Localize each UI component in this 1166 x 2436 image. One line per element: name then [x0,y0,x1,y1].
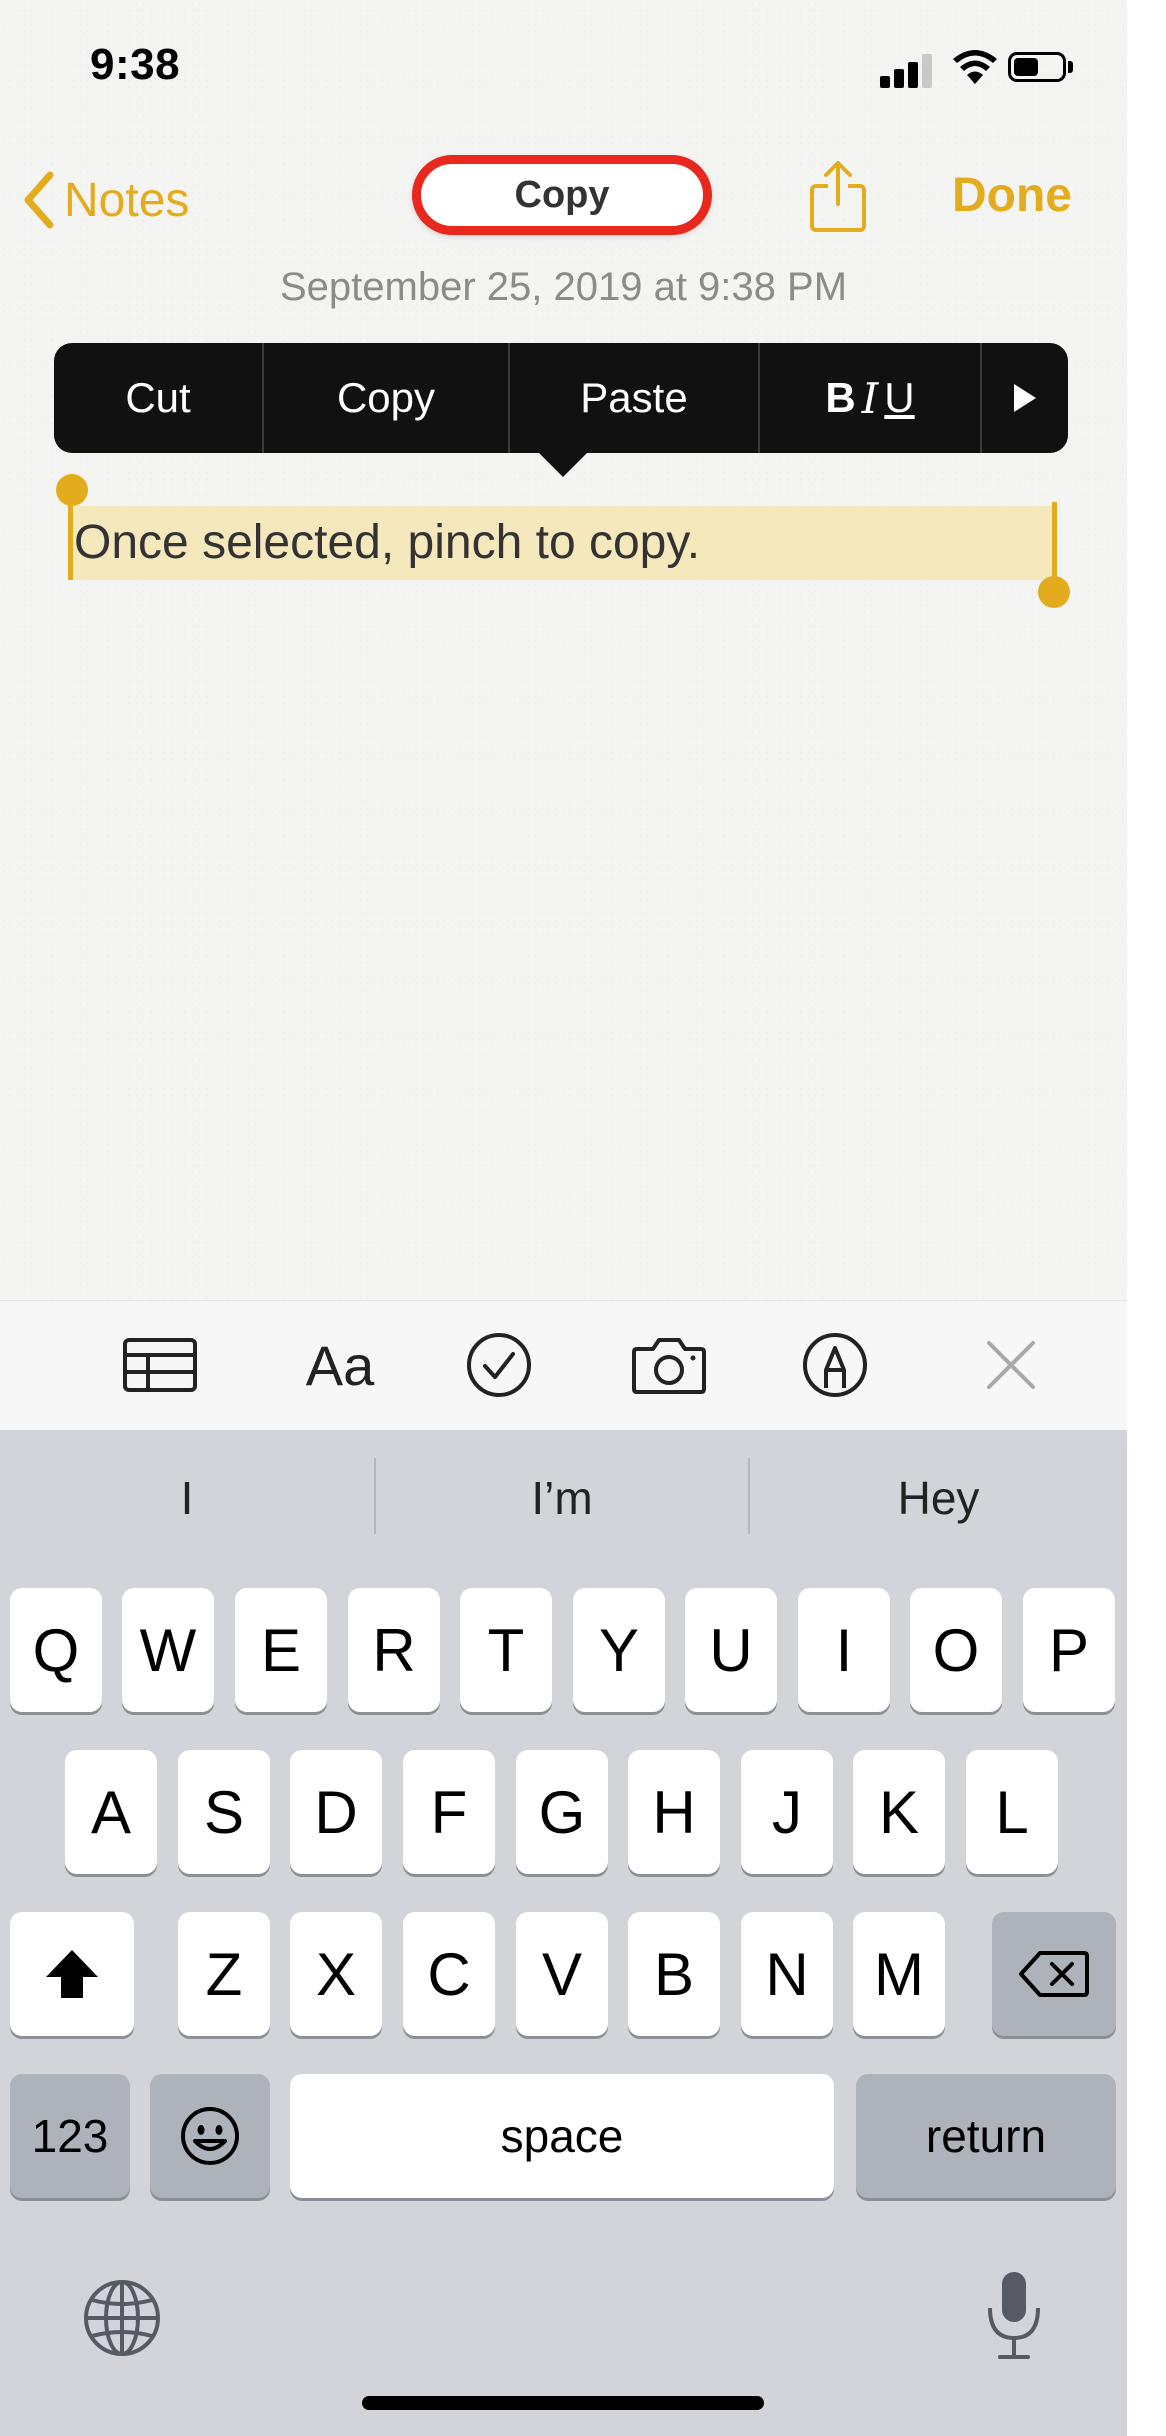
key-b[interactable]: B [628,1912,720,2036]
delete-icon [1019,1951,1089,1997]
key-m[interactable]: M [853,1912,945,2036]
key-p[interactable]: P [1023,1588,1115,1712]
italic-label: I [861,373,879,423]
battery-icon [1008,52,1066,82]
key-r[interactable]: R [348,1588,440,1712]
cellular-signal-icon [880,52,936,88]
screen-edge [1127,0,1166,2436]
underline-label: U [884,374,915,421]
globe-icon[interactable] [82,2278,162,2358]
numbers-key[interactable]: 123 [10,2074,130,2198]
menu-format-biu[interactable]: BIU [760,343,982,453]
microphone-icon[interactable] [982,2268,1046,2364]
table-icon [123,1338,197,1392]
copy-hud-pill[interactable]: Copy [412,155,712,235]
key-g[interactable]: G [516,1750,608,1874]
bold-label: B [825,374,856,421]
format-button[interactable]: Aa [290,1330,390,1400]
key-w[interactable]: W [122,1588,214,1712]
menu-cut[interactable]: Cut [54,343,264,453]
close-icon [987,1341,1035,1389]
checklist-button[interactable] [464,1330,534,1400]
selection-end-bar [1052,502,1057,582]
back-chevron-icon [24,171,54,229]
menu-copy[interactable]: Copy [264,343,510,453]
done-button[interactable]: Done [952,168,1072,223]
close-toolbar-button[interactable] [980,1330,1042,1400]
selected-text[interactable]: Once selected, pinch to copy. [70,506,1056,580]
key-o[interactable]: O [910,1588,1002,1712]
key-j[interactable]: J [741,1750,833,1874]
selection-start-handle[interactable] [56,474,88,506]
key-d[interactable]: D [290,1750,382,1874]
key-i[interactable]: I [798,1588,890,1712]
key-u[interactable]: U [685,1588,777,1712]
menu-more-button[interactable] [982,343,1068,453]
back-button-label: Notes [64,173,190,227]
key-x[interactable]: X [290,1912,382,2036]
key-l[interactable]: L [966,1750,1058,1874]
markup-button[interactable] [800,1330,870,1400]
home-indicator[interactable] [362,2396,764,2410]
camera-button[interactable] [628,1330,710,1400]
return-key[interactable]: return [856,2074,1116,2198]
key-v[interactable]: V [516,1912,608,2036]
camera-icon [632,1338,706,1394]
key-h[interactable]: H [628,1750,720,1874]
status-time: 9:38 [90,40,181,89]
emoji-icon [181,2107,239,2165]
key-z[interactable]: Z [178,1912,270,2036]
share-icon[interactable] [806,158,870,234]
key-f[interactable]: F [403,1750,495,1874]
note-date: September 25, 2019 at 9:38 PM [279,265,848,309]
table-button[interactable] [120,1330,200,1400]
back-button[interactable]: Notes [22,160,189,240]
key-q[interactable]: Q [10,1588,102,1712]
selection-start-bar [68,500,73,580]
key-c[interactable]: C [403,1912,495,2036]
space-key[interactable]: space [290,2074,834,2198]
play-icon [1014,384,1036,412]
menu-paste[interactable]: Paste [510,343,760,453]
key-e[interactable]: E [235,1588,327,1712]
markup-icon [803,1333,867,1397]
suggestion-1[interactable]: I [0,1452,374,1544]
key-n[interactable]: N [741,1912,833,2036]
menu-pointer [537,451,589,477]
edit-menu: Cut Copy Paste BIU [54,343,1068,453]
wifi-icon [953,50,997,84]
emoji-key[interactable] [150,2074,270,2198]
delete-key[interactable] [992,1912,1116,2036]
selection-end-handle[interactable] [1038,576,1070,608]
key-s[interactable]: S [178,1750,270,1874]
key-k[interactable]: K [853,1750,945,1874]
shift-key[interactable] [10,1912,134,2036]
battery-nub [1068,61,1073,73]
suggestion-2[interactable]: I’m [376,1452,748,1544]
shift-icon [46,1950,98,1998]
key-a[interactable]: A [65,1750,157,1874]
key-y[interactable]: Y [573,1588,665,1712]
checklist-icon [467,1333,531,1397]
key-t[interactable]: T [460,1588,552,1712]
suggestion-3[interactable]: Hey [750,1452,1127,1544]
copy-hud-label: Copy [514,173,610,216]
